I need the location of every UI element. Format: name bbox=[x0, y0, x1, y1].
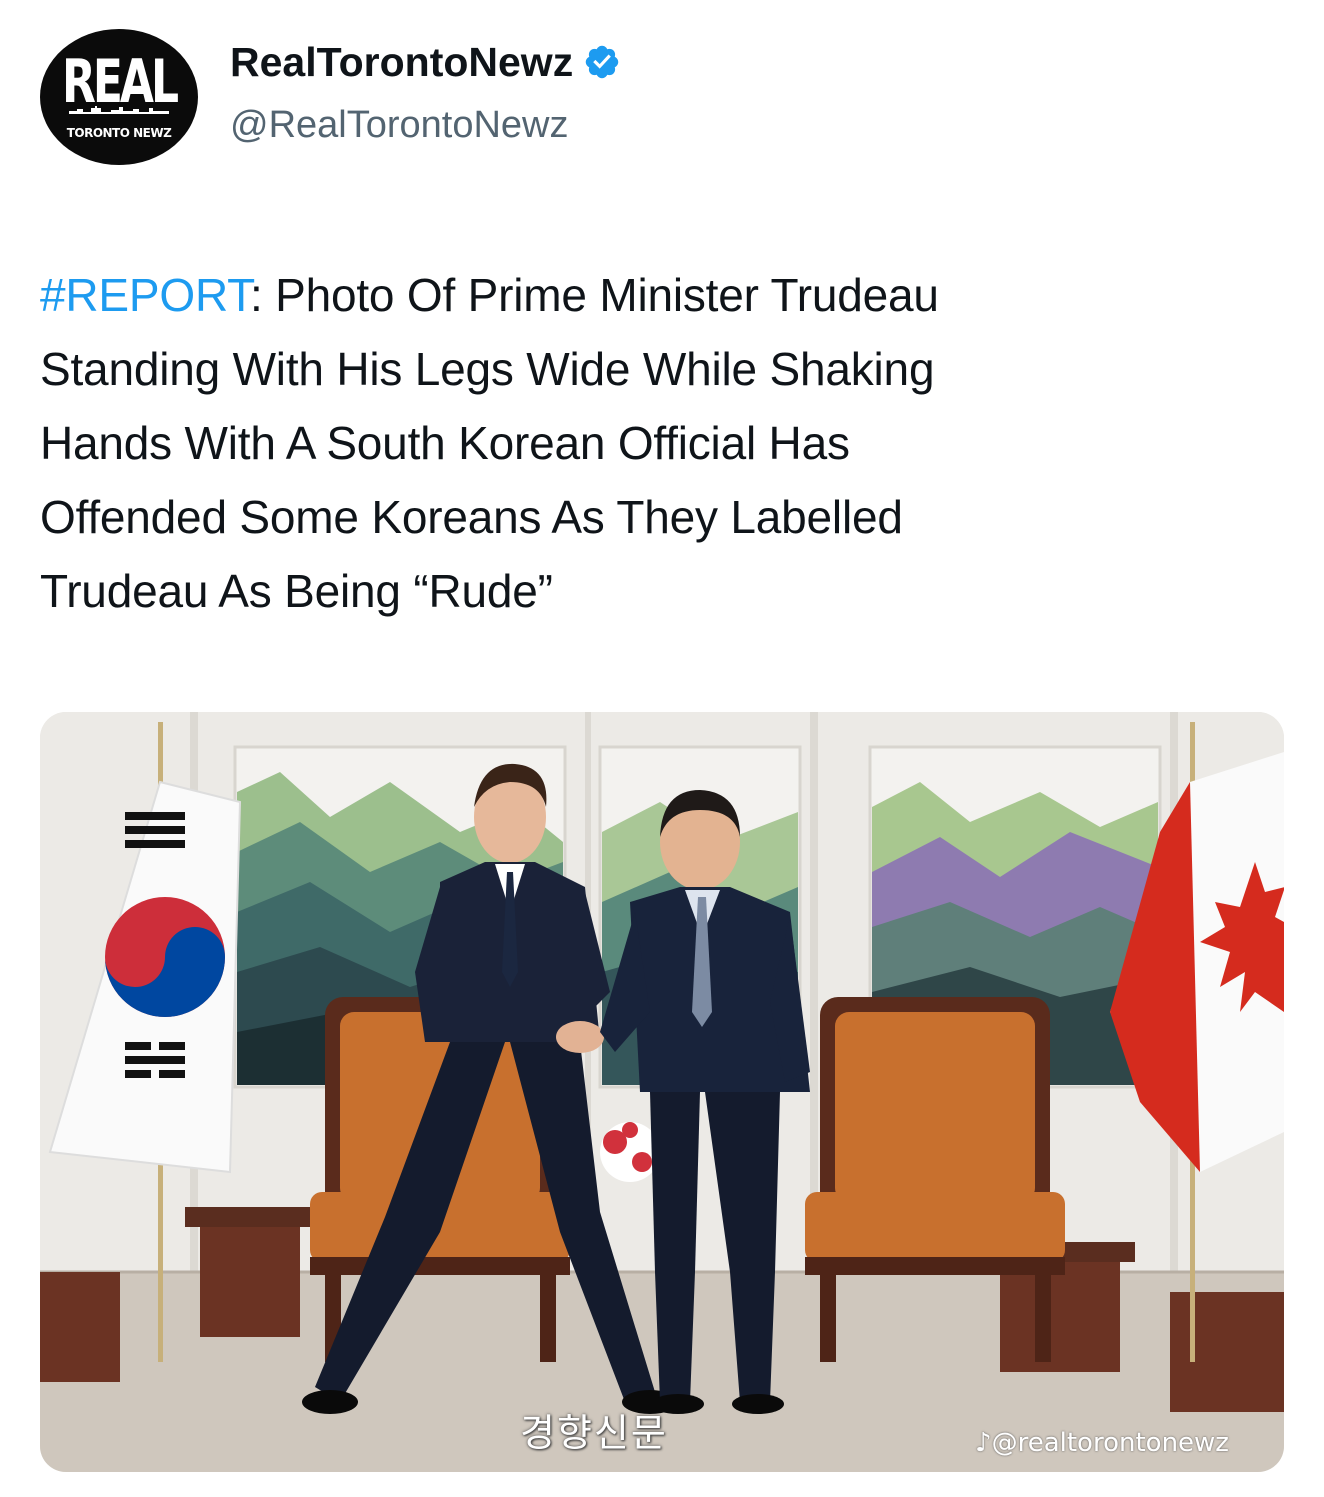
post-text: #REPORT: Photo Of Prime Minister Trudeau… bbox=[40, 258, 1290, 628]
photo-illustration bbox=[40, 712, 1284, 1472]
account-handle[interactable]: @RealTorontoNewz bbox=[230, 102, 569, 148]
post-line-5: Trudeau As Being “Rude” bbox=[40, 565, 553, 617]
account-name-row[interactable]: RealTorontoNewz bbox=[230, 38, 621, 86]
hashtag-link[interactable]: #REPORT bbox=[40, 269, 250, 321]
real-toronto-newz-logo: REAL TORONTO NEWZ bbox=[61, 47, 179, 140]
post-line-4: Offended Some Koreans As They Labelled bbox=[40, 491, 903, 543]
avatar[interactable]: REAL TORONTO NEWZ bbox=[40, 29, 198, 165]
post-line-1-text: : Photo Of Prime Minister Trudeau bbox=[249, 269, 939, 321]
flower-arrangement bbox=[600, 1122, 660, 1182]
verified-badge-icon bbox=[585, 45, 619, 79]
account-name[interactable]: RealTorontoNewz bbox=[230, 38, 573, 86]
logo-sub-text: TORONTO NEWZ bbox=[66, 125, 172, 140]
post-media-photo[interactable]: 경향신문 ♪@realtorontonewz bbox=[40, 712, 1284, 1472]
post-line-2: Standing With His Legs Wide While Shakin… bbox=[40, 343, 935, 395]
post-line-3: Hands With A South Korean Official Has bbox=[40, 417, 850, 469]
logo-main-text: REAL bbox=[61, 47, 179, 117]
tiktok-watermark: ♪@realtorontonewz bbox=[975, 1428, 1229, 1458]
newspaper-caption: 경향신문 bbox=[520, 1411, 668, 1455]
post-line-1: #REPORT: Photo Of Prime Minister Trudeau bbox=[40, 258, 1290, 332]
